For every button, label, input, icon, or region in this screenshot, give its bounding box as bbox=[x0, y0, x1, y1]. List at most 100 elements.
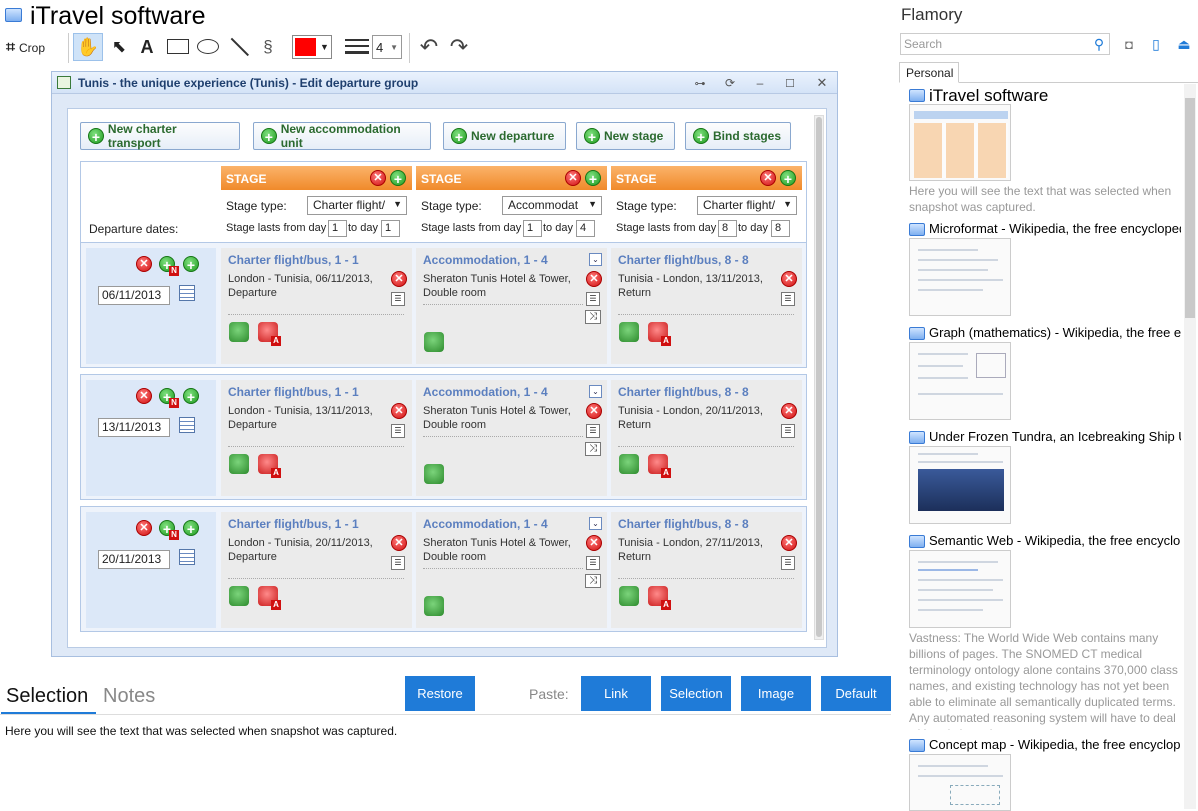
snapshot-title[interactable]: Graph (mathematics) - Wikipedia, the fre… bbox=[929, 325, 1181, 340]
cell-title[interactable]: Accommodation, 1 - 4 bbox=[423, 385, 548, 399]
rectangle-tool-icon[interactable] bbox=[167, 39, 189, 54]
color-picker[interactable]: ▼ bbox=[292, 35, 332, 59]
sidebar-scrollbar[interactable] bbox=[1184, 84, 1196, 809]
delete-icon[interactable]: ✕ bbox=[586, 271, 602, 287]
delete-icon[interactable]: ✕ bbox=[760, 170, 776, 186]
search-input[interactable]: Search bbox=[900, 33, 1110, 55]
from-day-input[interactable]: 1 bbox=[328, 220, 347, 237]
collapse-icon[interactable]: ⌄ bbox=[589, 385, 602, 398]
snapshot-thumbnail[interactable] bbox=[909, 238, 1011, 316]
stage-type-select[interactable]: Charter flight/ ▼ bbox=[697, 196, 797, 215]
selection-text[interactable]: Here you will see the text that was sele… bbox=[5, 724, 397, 738]
details-list-icon[interactable]: ☰ bbox=[586, 424, 600, 438]
cell-title[interactable]: Accommodation, 1 - 4 bbox=[423, 253, 548, 267]
departure-date-input[interactable]: 06/11/2013 bbox=[98, 286, 170, 305]
paste-default-button[interactable]: Default bbox=[821, 676, 891, 711]
snapshot-thumbnail[interactable] bbox=[909, 550, 1011, 628]
calendar-icon[interactable] bbox=[179, 417, 195, 433]
freehand-tool-icon[interactable]: § bbox=[258, 35, 278, 59]
cell-title[interactable]: Charter flight/bus, 1 - 1 bbox=[228, 253, 359, 267]
refresh-icon[interactable]: ⟳ bbox=[722, 75, 738, 91]
connect-plug-icon[interactable] bbox=[619, 586, 639, 606]
camera-icon[interactable]: ◘ bbox=[1120, 35, 1138, 53]
cell-title[interactable]: Charter flight/bus, 1 - 1 bbox=[228, 385, 359, 399]
minimize-icon[interactable]: – bbox=[752, 75, 768, 91]
connect-plug-icon[interactable] bbox=[424, 332, 444, 352]
new-accommodation-unit-button[interactable]: + New accommodation unit bbox=[253, 122, 431, 150]
delete-icon[interactable]: ✕ bbox=[391, 271, 407, 287]
tab-selection[interactable]: Selection bbox=[6, 685, 88, 708]
details-list-icon[interactable]: ☰ bbox=[781, 424, 795, 438]
tab-notes[interactable]: Notes bbox=[103, 685, 155, 708]
snapshot-title[interactable]: Under Frozen Tundra, an Icebreaking Ship… bbox=[929, 429, 1181, 444]
scrollbar-thumb[interactable] bbox=[1185, 98, 1195, 318]
stage-type-select[interactable]: Charter flight/ ▼ bbox=[307, 196, 407, 215]
connect-plug-icon[interactable] bbox=[424, 596, 444, 616]
from-day-input[interactable]: 8 bbox=[718, 220, 737, 237]
line-tool-icon[interactable] bbox=[230, 37, 250, 56]
cell-title[interactable]: Charter flight/bus, 8 - 8 bbox=[618, 253, 749, 267]
ellipse-tool-icon[interactable] bbox=[197, 39, 219, 54]
paste-image-button[interactable]: Image bbox=[741, 676, 811, 711]
snapshot-thumbnail[interactable] bbox=[909, 754, 1011, 811]
paste-link-button[interactable]: Link bbox=[581, 676, 651, 711]
details-list-icon[interactable]: ☰ bbox=[391, 292, 405, 306]
shuffle-icon[interactable]: ⤨ bbox=[585, 442, 601, 456]
details-list-icon[interactable]: ☰ bbox=[586, 556, 600, 570]
maximize-icon[interactable]: ☐ bbox=[782, 75, 798, 91]
delete-icon[interactable]: ✕ bbox=[391, 403, 407, 419]
connect-plug-icon[interactable] bbox=[229, 586, 249, 606]
search-icon[interactable]: ⚲ bbox=[1090, 35, 1108, 53]
delete-icon[interactable]: ✕ bbox=[136, 520, 152, 536]
delete-icon[interactable]: ✕ bbox=[586, 535, 602, 551]
crop-button[interactable]: ⌗ Crop bbox=[6, 34, 66, 62]
departure-date-input[interactable]: 20/11/2013 bbox=[98, 550, 170, 569]
new-departure-button[interactable]: + New departure bbox=[443, 122, 566, 150]
to-day-input[interactable]: 4 bbox=[576, 220, 595, 237]
snapshot-title[interactable]: iTravel software bbox=[929, 86, 1181, 106]
restore-button[interactable]: Restore bbox=[405, 676, 475, 711]
delete-icon[interactable]: ✕ bbox=[586, 403, 602, 419]
delete-icon[interactable]: ✕ bbox=[565, 170, 581, 186]
pin-icon[interactable]: ⊶ bbox=[692, 75, 708, 91]
details-list-icon[interactable]: ☰ bbox=[781, 556, 795, 570]
connect-plug-icon[interactable] bbox=[424, 464, 444, 484]
snapshot-title[interactable]: Concept map - Wikipedia, the free encycl… bbox=[929, 737, 1181, 752]
connect-plug-icon[interactable] bbox=[229, 454, 249, 474]
new-charter-transport-button[interactable]: + New charter transport bbox=[80, 122, 240, 150]
details-list-icon[interactable]: ☰ bbox=[781, 292, 795, 306]
to-day-input[interactable]: 8 bbox=[771, 220, 790, 237]
add-icon[interactable]: + bbox=[585, 170, 601, 187]
undo-icon[interactable]: ↶ bbox=[417, 34, 441, 60]
scrollbar-thumb[interactable] bbox=[816, 117, 822, 637]
redo-icon[interactable]: ↷ bbox=[447, 34, 471, 60]
cell-title[interactable]: Charter flight/bus, 8 - 8 bbox=[618, 385, 749, 399]
details-list-icon[interactable]: ☰ bbox=[391, 424, 405, 438]
collapse-icon[interactable]: ⌄ bbox=[589, 517, 602, 530]
delete-icon[interactable]: ✕ bbox=[781, 535, 797, 551]
details-list-icon[interactable]: ☰ bbox=[391, 556, 405, 570]
stage-type-select[interactable]: Accommodat ▼ bbox=[502, 196, 602, 215]
snapshot-title[interactable]: Microformat - Wikipedia, the free encycl… bbox=[929, 221, 1181, 236]
pointer-tool-icon[interactable]: ⬉ bbox=[108, 35, 130, 59]
add-icon[interactable]: + bbox=[183, 388, 199, 405]
delete-icon[interactable]: ✕ bbox=[136, 256, 152, 272]
collapse-icon[interactable]: ⌄ bbox=[589, 253, 602, 266]
line-width-select[interactable]: 4 ▼ bbox=[372, 35, 402, 59]
calendar-icon[interactable] bbox=[179, 549, 195, 565]
tab-personal[interactable]: Personal bbox=[899, 62, 959, 83]
connect-plug-icon[interactable] bbox=[619, 454, 639, 474]
snapshot-thumbnail[interactable] bbox=[909, 104, 1011, 181]
shuffle-icon[interactable]: ⤨ bbox=[585, 574, 601, 588]
collapse-top-icon[interactable]: ⏏ bbox=[1175, 34, 1193, 54]
snapshot-title[interactable]: Semantic Web - Wikipedia, the free encyc… bbox=[929, 533, 1181, 548]
delete-icon[interactable]: ✕ bbox=[136, 388, 152, 404]
dialog-scrollbar[interactable] bbox=[814, 115, 824, 640]
new-stage-button[interactable]: + New stage bbox=[576, 122, 675, 150]
text-tool-icon[interactable]: A bbox=[137, 35, 157, 59]
to-day-input[interactable]: 1 bbox=[381, 220, 400, 237]
add-icon[interactable]: + bbox=[183, 520, 199, 537]
delete-icon[interactable]: ✕ bbox=[391, 535, 407, 551]
paste-selection-button[interactable]: Selection bbox=[661, 676, 731, 711]
calendar-icon[interactable] bbox=[179, 285, 195, 301]
